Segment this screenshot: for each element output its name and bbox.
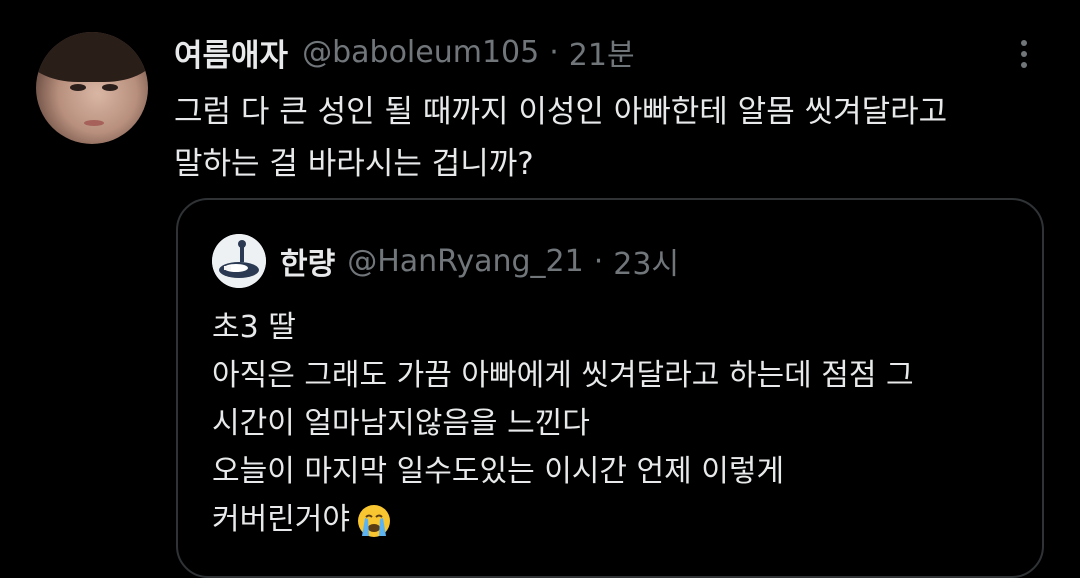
author-avatar[interactable] — [36, 32, 148, 144]
quote-text-line: 커버린거야 — [212, 502, 350, 537]
quote-text-last-line: 커버린거야 — [212, 496, 1032, 544]
tweet-text-line: 말하는 걸 바라시는 겁니까? — [174, 146, 534, 182]
author-name[interactable]: 여름애자 — [174, 30, 288, 75]
separator-dot: · — [593, 243, 604, 279]
tweet-text-line: 그럼 다 큰 성인 될 때까지 이성인 아빠한테 알몸 씻겨달라고 — [174, 94, 948, 130]
quote-author-handle[interactable]: @HanRyang_21 — [347, 244, 584, 279]
more-vertical-icon[interactable] — [1012, 36, 1036, 72]
tweet-timestamp[interactable]: 21분 — [569, 30, 635, 74]
quote-header: 한량 @HanRyang_21 · 23시 — [212, 234, 679, 288]
quote-author-name[interactable]: 한량 — [280, 239, 335, 283]
quote-text-line: 시간이 얼마남지않음을 느낀다 — [212, 406, 590, 441]
quote-text-line: 오늘이 마지막 일수도있는 이시간 언제 이렇게 — [212, 454, 785, 489]
tweet-header: 여름애자 @baboleum105 · 21분 — [174, 30, 635, 74]
author-handle[interactable]: @baboleum105 — [302, 35, 539, 70]
quote-timestamp[interactable]: 23시 — [613, 239, 679, 283]
tweet[interactable]: 여름애자 @baboleum105 · 21분 그럼 다 큰 성인 될 때까지 … — [0, 0, 1080, 578]
separator-dot: · — [549, 34, 559, 70]
quote-text: 초3 딸 아직은 그래도 가끔 아빠에게 씻겨달라고 하는데 점점 그 시간이 … — [212, 304, 1032, 544]
tweet-text: 그럼 다 큰 성인 될 때까지 이성인 아빠한테 알몸 씻겨달라고 말하는 걸 … — [174, 86, 1034, 190]
quoted-tweet[interactable]: 한량 @HanRyang_21 · 23시 초3 딸 아직은 그래도 가끔 아빠… — [176, 198, 1044, 578]
quote-text-line: 아직은 그래도 가끔 아빠에게 씻겨달라고 하는데 점점 그 — [212, 358, 914, 393]
quote-author-avatar[interactable] — [212, 234, 266, 288]
quote-text-line: 초3 딸 — [212, 310, 296, 345]
crying-face-icon — [356, 503, 392, 539]
